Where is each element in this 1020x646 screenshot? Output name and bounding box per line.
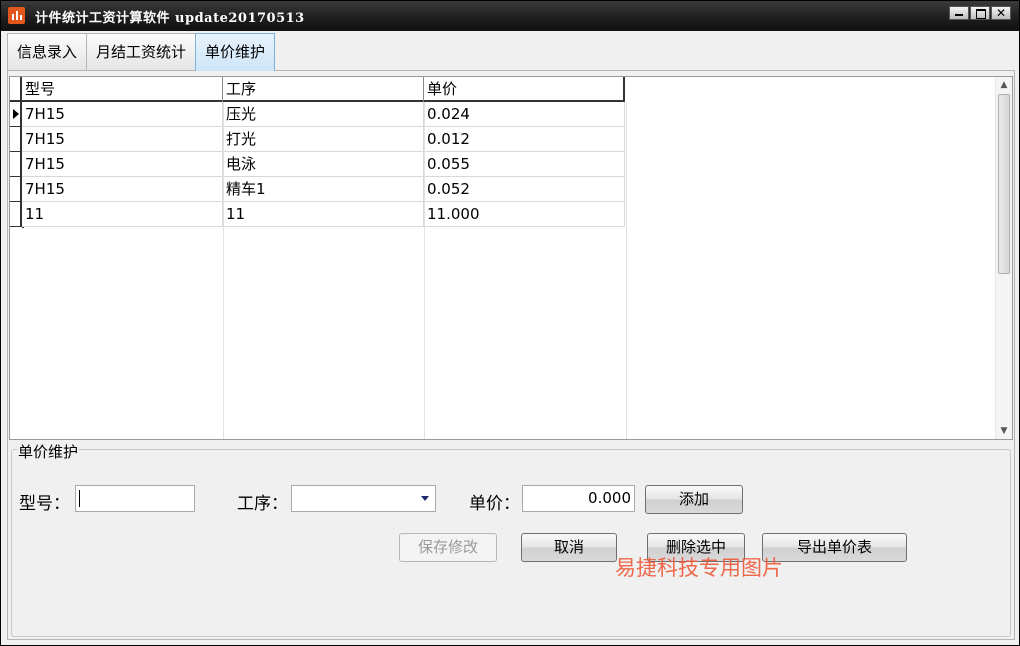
chevron-down-icon[interactable] [421,496,429,501]
table-row[interactable]: 7H15 打光 0.012 [10,127,625,152]
grid-corner [10,77,22,102]
grid-column-line [424,102,425,439]
cell-process[interactable]: 精车1 [223,177,424,202]
model-label: 型号： [19,494,70,514]
price-label: 单价： [469,494,520,514]
grid-column-line [626,102,627,439]
tab-unit-price[interactable]: 单价维护 [195,33,276,71]
maximize-icon[interactable] [970,6,990,20]
process-select[interactable] [291,485,436,512]
tab-info-entry[interactable]: 信息录入 [7,33,88,70]
tab-monthly-wages[interactable]: 月结工资统计 [86,33,197,70]
main-window: 计件统计工资计算软件 update20170513 ✕ 信息录入 月结工资统计 … [0,0,1020,646]
current-row-arrow-icon [13,109,19,119]
table-row[interactable]: 7H15 电泳 0.055 [10,152,625,177]
cell-process[interactable]: 电泳 [223,152,424,177]
scroll-thumb[interactable] [998,94,1010,274]
window-controls: ✕ [949,6,1011,20]
column-header-model[interactable]: 型号 [22,77,223,102]
cell-process[interactable]: 压光 [223,102,424,127]
cell-model[interactable]: 7H15 [22,127,223,152]
price-grid[interactable]: 型号 工序 单价 7H15 压光 0.024 7H15 打光 0.012 7H1… [9,76,1013,440]
add-button[interactable]: 添加 [645,485,743,514]
cell-price[interactable]: 0.012 [424,127,625,152]
grid-header: 型号 工序 单价 [10,77,625,102]
vertical-scrollbar[interactable]: ▲ ▼ [995,77,1012,439]
cell-model[interactable]: 11 [22,202,223,227]
cell-price[interactable]: 11.000 [424,202,625,227]
cell-price[interactable]: 0.055 [424,152,625,177]
grid-column-line [223,102,224,439]
watermark: 易捷科技专用图片 [615,556,783,580]
title-bar[interactable]: 计件统计工资计算软件 update20170513 ✕ [1,1,1019,31]
close-icon[interactable]: ✕ [991,6,1011,20]
model-input[interactable] [75,485,195,512]
app-icon [8,7,25,24]
row-header-divider [22,227,24,228]
window-title: 计件统计工资计算软件 update20170513 [35,11,305,26]
group-title: 单价维护 [17,441,80,462]
table-row[interactable]: 11 11 11.000 [10,202,625,227]
row-header[interactable] [10,102,22,127]
price-input[interactable]: 0.000 [522,485,635,512]
save-changes-button[interactable]: 保存修改 [399,533,497,562]
process-label: 工序： [237,494,288,514]
column-header-process[interactable]: 工序 [223,77,424,102]
row-header[interactable] [10,127,22,152]
cell-process[interactable]: 11 [223,202,424,227]
tab-strip: 信息录入 月结工资统计 单价维护 [7,33,276,71]
minimize-icon[interactable] [949,6,969,20]
text-caret [79,490,80,507]
cell-model[interactable]: 7H15 [22,152,223,177]
cell-model[interactable]: 7H15 [22,177,223,202]
table-row[interactable]: 7H15 压光 0.024 [10,102,625,127]
scroll-up-icon[interactable]: ▲ [996,77,1012,93]
column-header-price[interactable]: 单价 [424,77,625,102]
table-row[interactable]: 7H15 精车1 0.052 [10,177,625,202]
cell-price[interactable]: 0.052 [424,177,625,202]
scroll-down-icon[interactable]: ▼ [996,423,1012,439]
row-header[interactable] [10,177,22,202]
cell-price[interactable]: 0.024 [424,102,625,127]
cell-model[interactable]: 7H15 [22,102,223,127]
row-header[interactable] [10,202,22,227]
export-price-table-button[interactable]: 导出单价表 [762,533,907,562]
cancel-button[interactable]: 取消 [521,533,617,562]
cell-process[interactable]: 打光 [223,127,424,152]
row-header[interactable] [10,152,22,177]
